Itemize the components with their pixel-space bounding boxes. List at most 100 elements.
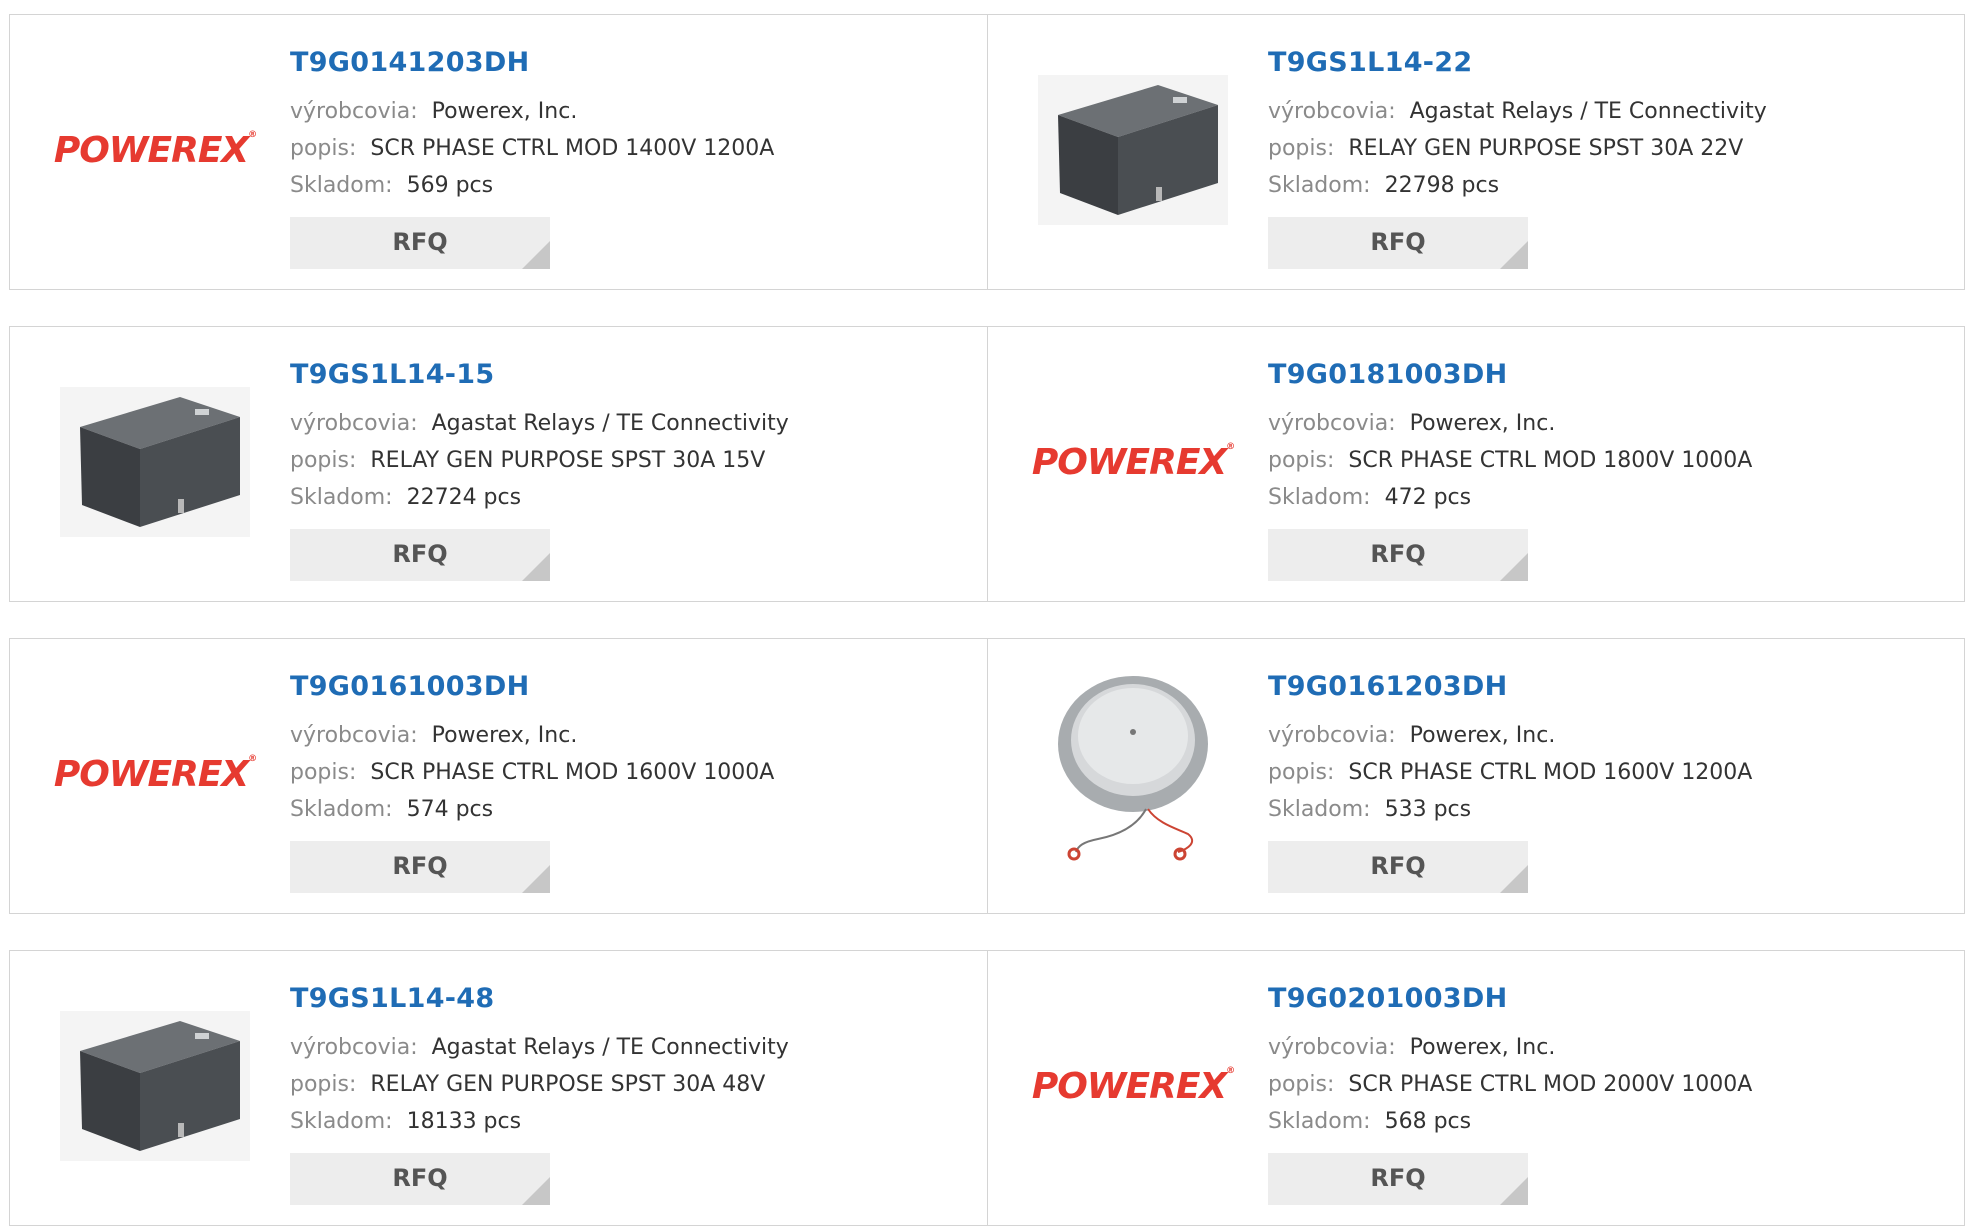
stock-label: Skladom: xyxy=(290,173,393,198)
product-card: POWEREX® T9G0201003DH výrobcovia: Powerex… xyxy=(987,951,1964,1225)
description-value: SCR PHASE CTRL MOD 2000V 1000A xyxy=(1348,1072,1753,1097)
description-label: popis: xyxy=(290,448,357,473)
corner-triangle-icon xyxy=(1500,241,1528,269)
powerex-logo: POWEREX® xyxy=(53,129,257,171)
manufacturer-value: Powerex, Inc. xyxy=(1409,411,1556,436)
product-row: POWEREX® T9G0161003DH výrobcovia: Powerex… xyxy=(9,638,1965,914)
product-image[interactable] xyxy=(50,1011,260,1161)
stock-value: 533 pcs xyxy=(1384,797,1472,822)
stock-value: 22798 pcs xyxy=(1384,173,1500,198)
description-value: SCR PHASE CTRL MOD 1600V 1000A xyxy=(370,760,775,785)
powerex-logo: POWEREX® xyxy=(53,753,257,795)
description-label: popis: xyxy=(1268,448,1335,473)
rfq-button[interactable]: RFQ xyxy=(1268,217,1528,269)
manufacturer-label: výrobcovia: xyxy=(1268,99,1396,124)
part-number-link[interactable]: T9GS1L14-22 xyxy=(1268,47,1767,79)
product-image[interactable] xyxy=(1028,674,1238,874)
product-card: T9GS1L14-15 výrobcovia: Agastat Relays / … xyxy=(10,327,987,601)
corner-triangle-icon xyxy=(522,241,550,269)
part-number-link[interactable]: T9GS1L14-15 xyxy=(290,359,789,391)
stock-label: Skladom: xyxy=(1268,797,1371,822)
part-number-link[interactable]: T9GS1L14-48 xyxy=(290,983,789,1015)
manufacturer-label: výrobcovia: xyxy=(290,411,418,436)
product-image[interactable] xyxy=(50,387,260,537)
corner-triangle-icon xyxy=(1500,865,1528,893)
powerex-logo: POWEREX® xyxy=(1031,1065,1235,1107)
description-value: RELAY GEN PURPOSE SPST 30A 15V xyxy=(370,448,766,473)
part-number-link[interactable]: T9G0161003DH xyxy=(290,671,774,703)
corner-triangle-icon xyxy=(522,1177,550,1205)
stock-value: 18133 pcs xyxy=(406,1109,522,1134)
description-value: RELAY GEN PURPOSE SPST 30A 22V xyxy=(1348,136,1744,161)
corner-triangle-icon xyxy=(522,553,550,581)
manufacturer-label: výrobcovia: xyxy=(1268,723,1396,748)
rfq-button[interactable]: RFQ xyxy=(1268,1153,1528,1205)
relay-icon xyxy=(60,1011,250,1161)
corner-triangle-icon xyxy=(522,865,550,893)
rfq-button[interactable]: RFQ xyxy=(1268,529,1528,581)
stock-label: Skladom: xyxy=(1268,1109,1371,1134)
product-row: T9GS1L14-48 výrobcovia: Agastat Relays / … xyxy=(9,950,1965,1226)
product-row: T9GS1L14-15 výrobcovia: Agastat Relays / … xyxy=(9,326,1965,602)
description-label: popis: xyxy=(290,760,357,785)
manufacturer-value: Agastat Relays / TE Connectivity xyxy=(431,411,789,436)
description-label: popis: xyxy=(1268,760,1335,785)
product-image[interactable]: POWEREX® xyxy=(1028,387,1238,537)
stock-value: 574 pcs xyxy=(406,797,494,822)
product-card: T9G0161203DH výrobcovia: Powerex, Inc. po… xyxy=(987,639,1964,913)
product-image[interactable]: POWEREX® xyxy=(1028,1011,1238,1161)
manufacturer-label: výrobcovia: xyxy=(1268,411,1396,436)
rfq-button[interactable]: RFQ xyxy=(1268,841,1528,893)
product-row: POWEREX® T9G0141203DH výrobcovia: Powerex… xyxy=(9,14,1965,290)
disc-thyristor-icon xyxy=(1038,674,1228,874)
description-label: popis: xyxy=(290,136,357,161)
product-card: POWEREX® T9G0141203DH výrobcovia: Powerex… xyxy=(10,15,987,289)
stock-value: 22724 pcs xyxy=(406,485,522,510)
description-value: SCR PHASE CTRL MOD 1800V 1000A xyxy=(1348,448,1753,473)
relay-icon xyxy=(60,387,250,537)
manufacturer-value: Powerex, Inc. xyxy=(431,723,578,748)
rfq-button[interactable]: RFQ xyxy=(290,529,550,581)
stock-label: Skladom: xyxy=(290,485,393,510)
rfq-button[interactable]: RFQ xyxy=(290,217,550,269)
part-number-link[interactable]: T9G0201003DH xyxy=(1268,983,1752,1015)
product-card: T9GS1L14-48 výrobcovia: Agastat Relays / … xyxy=(10,951,987,1225)
product-image[interactable]: POWEREX® xyxy=(50,75,260,225)
description-value: SCR PHASE CTRL MOD 1600V 1200A xyxy=(1348,760,1753,785)
manufacturer-label: výrobcovia: xyxy=(290,99,418,124)
corner-triangle-icon xyxy=(1500,553,1528,581)
manufacturer-label: výrobcovia: xyxy=(290,723,418,748)
part-number-link[interactable]: T9G0141203DH xyxy=(290,47,774,79)
manufacturer-value: Powerex, Inc. xyxy=(1409,1035,1556,1060)
product-card: POWEREX® T9G0161003DH výrobcovia: Powerex… xyxy=(10,639,987,913)
description-label: popis: xyxy=(1268,136,1335,161)
rfq-button[interactable]: RFQ xyxy=(290,841,550,893)
relay-icon xyxy=(1038,75,1228,225)
manufacturer-value: Agastat Relays / TE Connectivity xyxy=(431,1035,789,1060)
manufacturer-value: Agastat Relays / TE Connectivity xyxy=(1409,99,1767,124)
description-value: SCR PHASE CTRL MOD 1400V 1200A xyxy=(370,136,775,161)
manufacturer-label: výrobcovia: xyxy=(1268,1035,1396,1060)
part-number-link[interactable]: T9G0161203DH xyxy=(1268,671,1752,703)
product-card: POWEREX® T9G0181003DH výrobcovia: Powerex… xyxy=(987,327,1964,601)
part-number-link[interactable]: T9G0181003DH xyxy=(1268,359,1752,391)
rfq-button[interactable]: RFQ xyxy=(290,1153,550,1205)
stock-value: 568 pcs xyxy=(1384,1109,1472,1134)
product-image[interactable] xyxy=(1028,75,1238,225)
stock-value: 472 pcs xyxy=(1384,485,1472,510)
product-image[interactable]: POWEREX® xyxy=(50,699,260,849)
powerex-logo: POWEREX® xyxy=(1031,441,1235,483)
stock-label: Skladom: xyxy=(1268,485,1371,510)
manufacturer-label: výrobcovia: xyxy=(290,1035,418,1060)
description-label: popis: xyxy=(290,1072,357,1097)
manufacturer-value: Powerex, Inc. xyxy=(1409,723,1556,748)
manufacturer-value: Powerex, Inc. xyxy=(431,99,578,124)
stock-label: Skladom: xyxy=(290,797,393,822)
description-label: popis: xyxy=(1268,1072,1335,1097)
product-card: T9GS1L14-22 výrobcovia: Agastat Relays / … xyxy=(987,15,1964,289)
description-value: RELAY GEN PURPOSE SPST 30A 48V xyxy=(370,1072,766,1097)
corner-triangle-icon xyxy=(1500,1177,1528,1205)
stock-label: Skladom: xyxy=(1268,173,1371,198)
stock-value: 569 pcs xyxy=(406,173,494,198)
stock-label: Skladom: xyxy=(290,1109,393,1134)
